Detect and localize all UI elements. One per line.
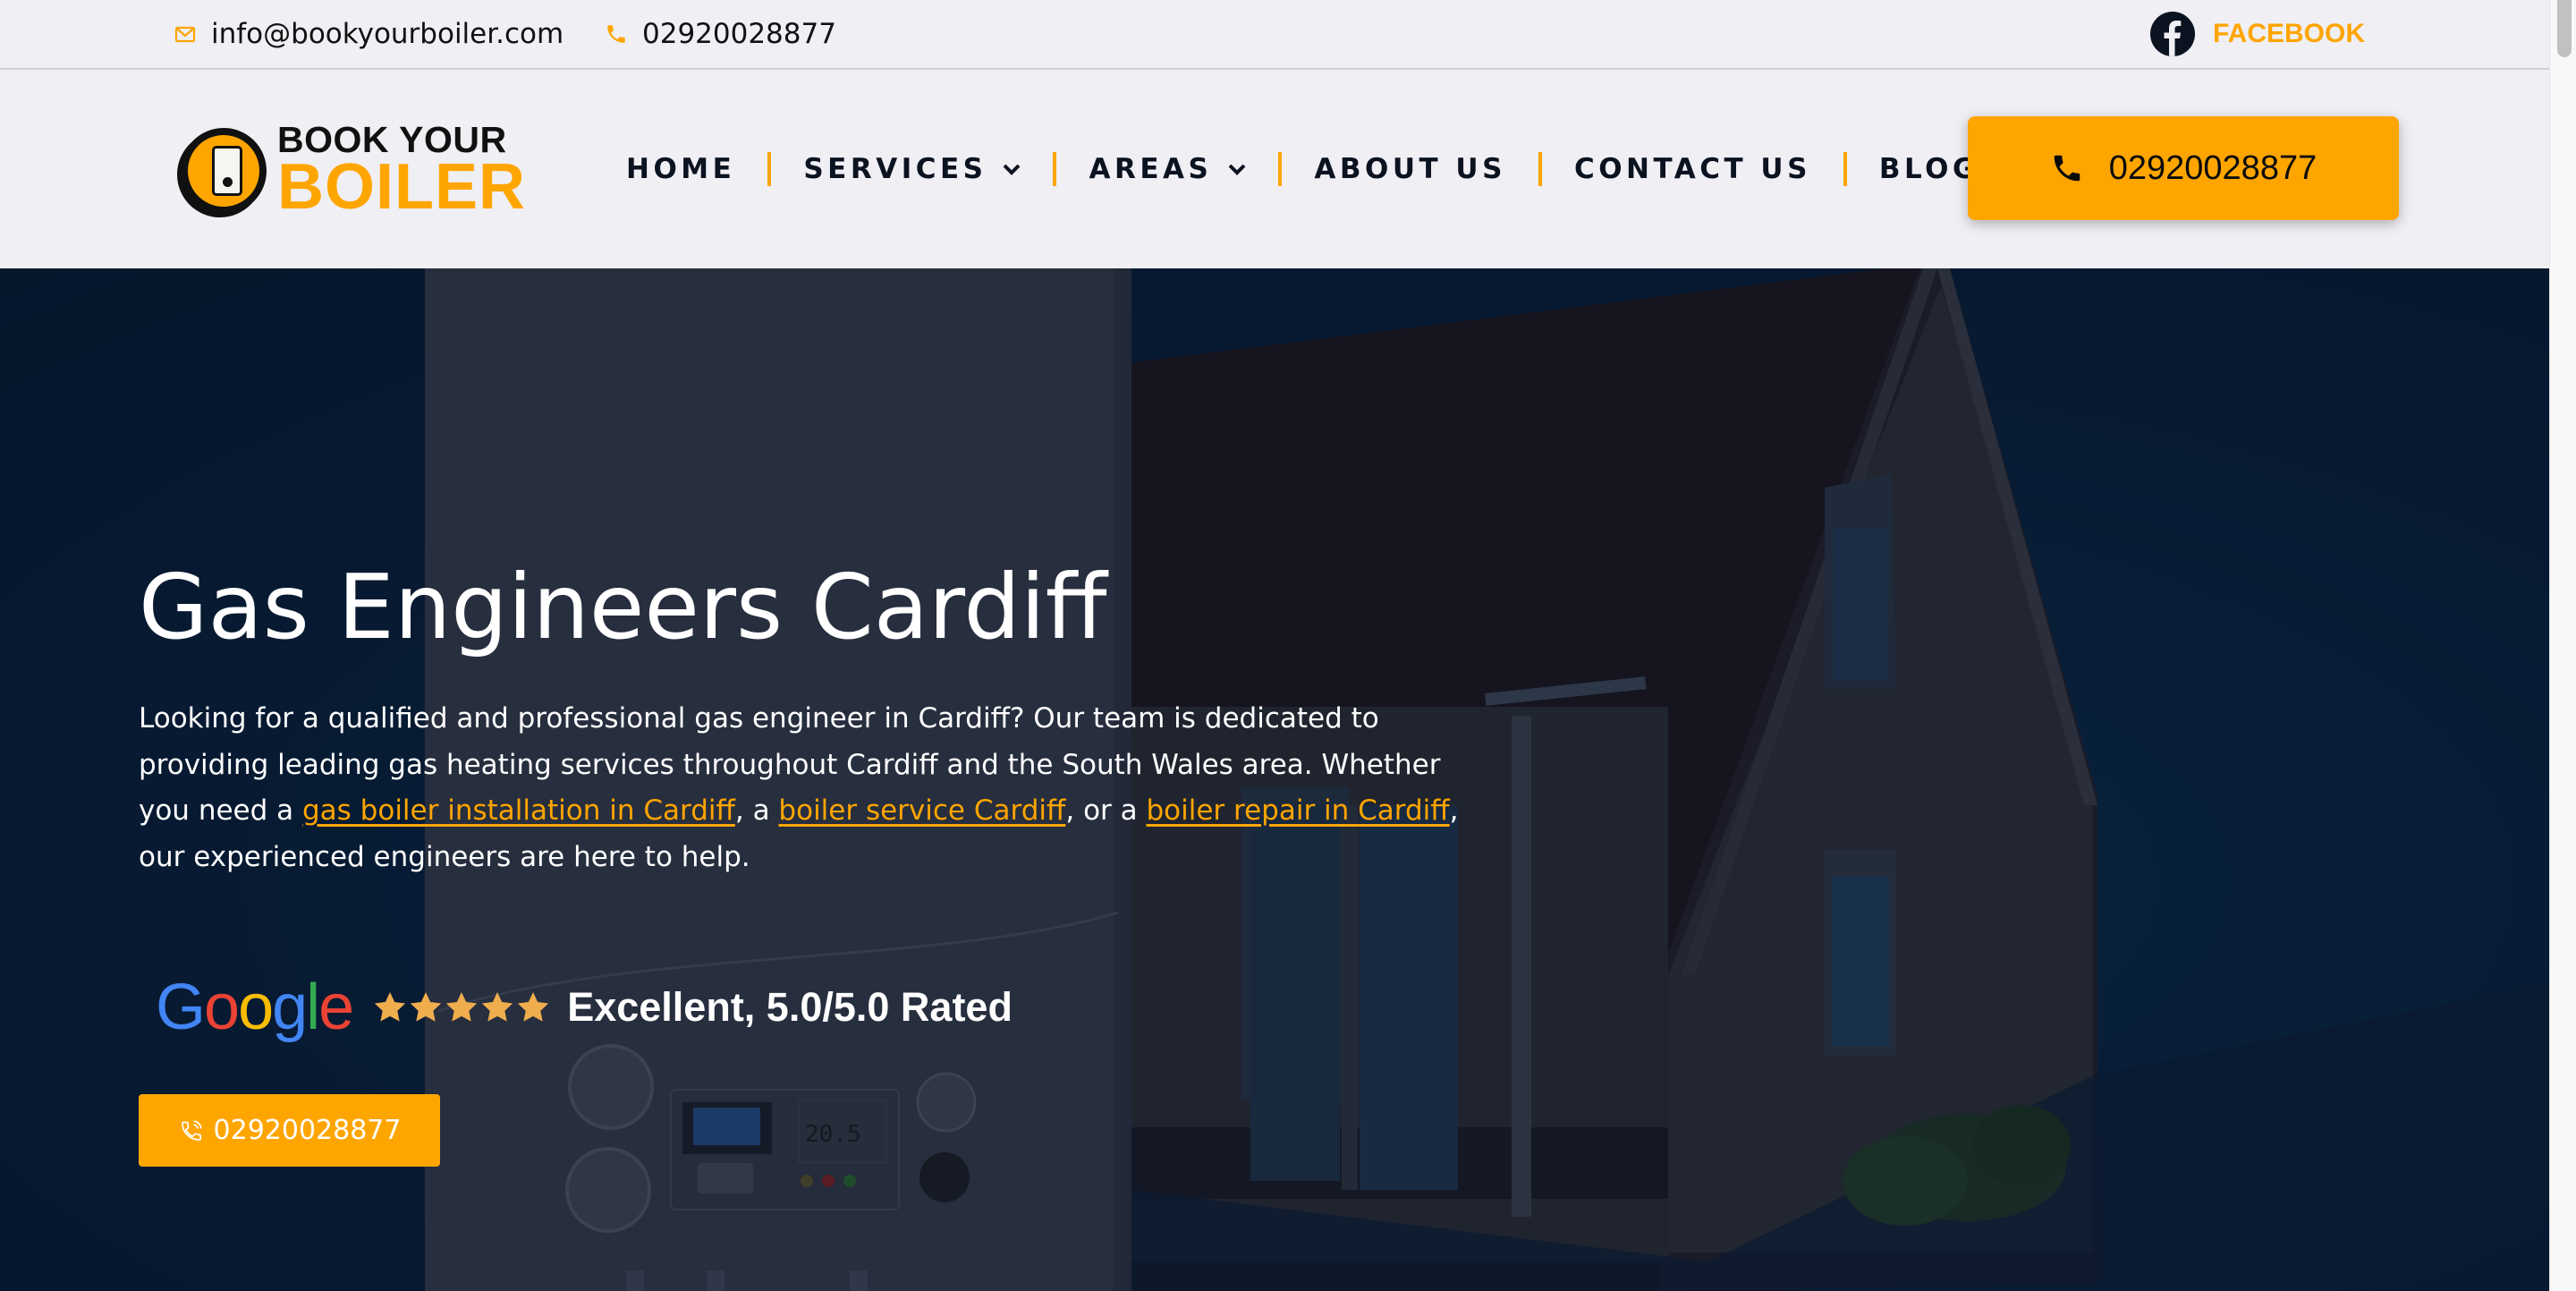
top-bar: info@bookyourboiler.com 02920028877 FACE… [0, 0, 2549, 70]
hero-call-number: 02920028877 [213, 1115, 402, 1146]
main-nav: HOME SERVICES AREAS ABOUT US CONTACT US … [626, 70, 1979, 268]
scrollbar-thumb[interactable] [2557, 0, 2572, 57]
nav-item-blog[interactable]: BLOG [1879, 153, 1979, 185]
rating-text: Excellent, 5.0/5.0 Rated [567, 984, 1013, 1030]
nav-label: ABOUT US [1314, 153, 1506, 185]
google-logo: Google [156, 972, 354, 1043]
nav-label: SERVICES [803, 153, 987, 185]
nav-divider [1278, 152, 1283, 186]
star-icon [372, 989, 408, 1025]
nav-label: CONTACT US [1573, 153, 1811, 185]
hero-text-segment: , or a [1065, 794, 1147, 827]
topbar-phone-link[interactable]: 02920028877 [605, 0, 836, 68]
nav-divider [1843, 152, 1847, 186]
envelope-icon [174, 22, 197, 46]
facebook-label: FACEBOOK [2213, 19, 2366, 48]
hero-call-button[interactable]: 02920028877 [139, 1094, 440, 1167]
phone-icon [2050, 151, 2084, 185]
link-boiler-service[interactable]: boiler service Cardiff [778, 794, 1065, 827]
hero-section: 20.5 Gas Engineers Cardiff Looking for a… [0, 268, 2549, 1291]
star-icon [479, 989, 515, 1025]
facebook-icon [2150, 12, 2195, 56]
boiler-logo-icon [181, 127, 267, 214]
email-link[interactable]: info@bookyourboiler.com [174, 0, 564, 68]
star-icon [515, 989, 551, 1025]
google-rating: Google Excellent, 5.0/5.0 Rated [156, 975, 1013, 1040]
chevron-down-icon [1228, 163, 1246, 175]
nav-label: HOME [626, 153, 736, 185]
nav-item-areas[interactable]: AREAS [1089, 153, 1246, 185]
hero-text-segment: , a [734, 794, 779, 827]
header-call-button[interactable]: 02920028877 [1968, 116, 2399, 220]
nav-divider [1053, 152, 1057, 186]
nav-item-contact-us[interactable]: CONTACT US [1574, 153, 1811, 185]
nav-item-about-us[interactable]: ABOUT US [1314, 153, 1506, 185]
nav-divider [1538, 152, 1542, 186]
link-boiler-repair[interactable]: boiler repair in Cardiff [1146, 794, 1449, 827]
topbar-phone-text: 02920028877 [642, 18, 836, 50]
nav-label: AREAS [1089, 153, 1213, 185]
star-icon [408, 989, 444, 1025]
nav-divider [767, 152, 772, 186]
hero-description: Looking for a qualified and professional… [139, 696, 1498, 880]
logo-text-bottom: BOILER [277, 151, 527, 223]
facebook-link[interactable]: FACEBOOK [2150, 0, 2365, 68]
site-logo[interactable]: BOOK YOUR BOILER [181, 122, 526, 219]
phone-ringing-icon [178, 1117, 205, 1144]
page-scrollbar[interactable] [2549, 0, 2576, 1291]
svg-text:20.5: 20.5 [805, 1121, 861, 1148]
main-header: BOOK YOUR BOILER HOME SERVICES AREAS ABO… [0, 70, 2549, 268]
link-gas-boiler-installation[interactable]: gas boiler installation in Cardiff [302, 794, 735, 827]
nav-item-services[interactable]: SERVICES [803, 153, 1021, 185]
nav-item-home[interactable]: HOME [626, 153, 735, 185]
chevron-down-icon [1003, 163, 1021, 175]
header-call-number: 02920028877 [2108, 149, 2318, 187]
star-icon [444, 989, 479, 1025]
phone-icon [605, 22, 628, 46]
email-text: info@bookyourboiler.com [211, 18, 564, 50]
hero-title: Gas Engineers Cardiff [139, 555, 1107, 659]
rating-stars [372, 989, 551, 1025]
nav-label: BLOG [1878, 153, 1979, 185]
